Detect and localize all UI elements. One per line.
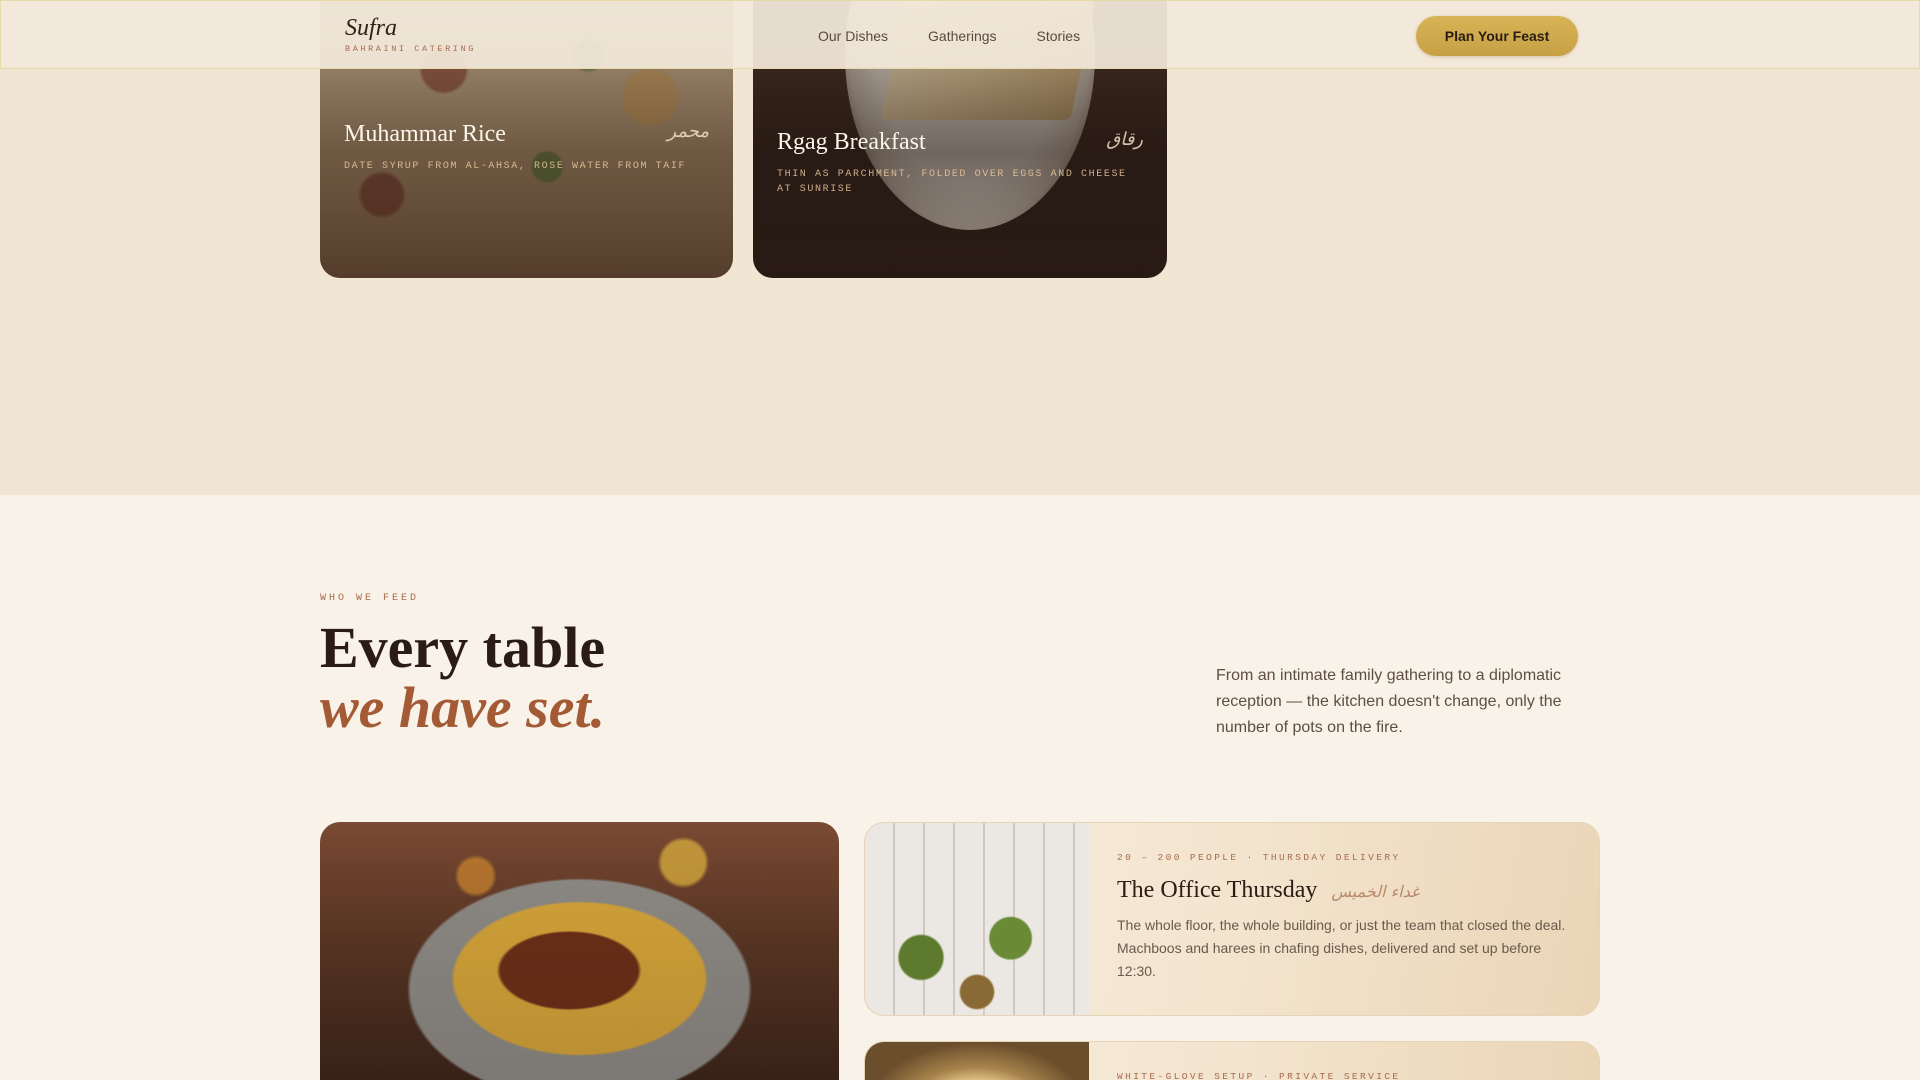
occasion-description: The whole floor, the whole building, or … — [1117, 917, 1566, 979]
office-catering-image — [865, 823, 1089, 1015]
nav-stories[interactable]: Stories — [1037, 28, 1081, 44]
occasion-title: The Office Thursday — [1117, 877, 1318, 903]
main-nav: Our Dishes Gatherings Stories — [818, 28, 1080, 44]
site-header: Sufra BAHRAINI CATERING Our Dishes Gathe… — [0, 0, 1920, 69]
logo[interactable]: Sufra BAHRAINI CATERING — [345, 15, 476, 54]
occasion-card-white-glove[interactable]: WHITE-GLOVE SETUP · PRIVATE SERVICE — [864, 1041, 1600, 1080]
dish-name: Rgag Breakfast — [777, 129, 926, 155]
nav-gatherings[interactable]: Gatherings — [928, 28, 996, 44]
occasion-card-office-thursday[interactable]: 20 – 200 PEOPLE · THURSDAY DELIVERY The … — [864, 822, 1600, 1016]
occasion-meta: WHITE-GLOVE SETUP · PRIVATE SERVICE — [1117, 1071, 1401, 1080]
plan-your-feast-button[interactable]: Plan Your Feast — [1416, 16, 1578, 56]
dish-arabic-name: رقاق — [1106, 129, 1143, 150]
dish-description: DATE SYRUP FROM AL-AHSA, ROSE WATER FROM… — [344, 161, 687, 172]
featured-dishes-section: Muhammar Rice محمر DATE SYRUP FROM AL-AH… — [0, 0, 1920, 495]
logo-name: Sufra — [345, 15, 398, 41]
headline-line-2: we have set. — [320, 675, 606, 740]
occasion-body: WHITE-GLOVE SETUP · PRIVATE SERVICE — [1117, 1071, 1569, 1080]
headline-line-1: Every table — [320, 615, 606, 680]
feast-image — [320, 822, 839, 1080]
banquet-hall-image — [865, 1042, 1089, 1080]
dish-description: THIN AS PARCHMENT, FOLDED OVER EGGS AND … — [777, 169, 1127, 195]
dish-text: Muhammar Rice محمر DATE SYRUP FROM AL-AH… — [344, 119, 709, 174]
occasion-meta: 20 – 200 PEOPLE · THURSDAY DELIVERY — [1117, 852, 1401, 863]
logo-tagline: BAHRAINI CATERING — [345, 44, 476, 54]
occasion-body: 20 – 200 PEOPLE · THURSDAY DELIVERY The … — [1117, 852, 1569, 983]
nav-our-dishes[interactable]: Our Dishes — [818, 28, 888, 44]
occasion-arabic-title: غداء الخميس — [1331, 882, 1420, 901]
dish-arabic-name: محمر — [667, 121, 709, 142]
dish-text: Rgag Breakfast رقاق THIN AS PARCHMENT, F… — [777, 127, 1143, 197]
section-eyebrow: WHO WE FEED — [320, 593, 420, 604]
section-headline: Every table we have set. — [320, 618, 605, 738]
dish-name: Muhammar Rice — [344, 121, 506, 147]
section-intro: From an intimate family gathering to a d… — [1216, 667, 1562, 736]
